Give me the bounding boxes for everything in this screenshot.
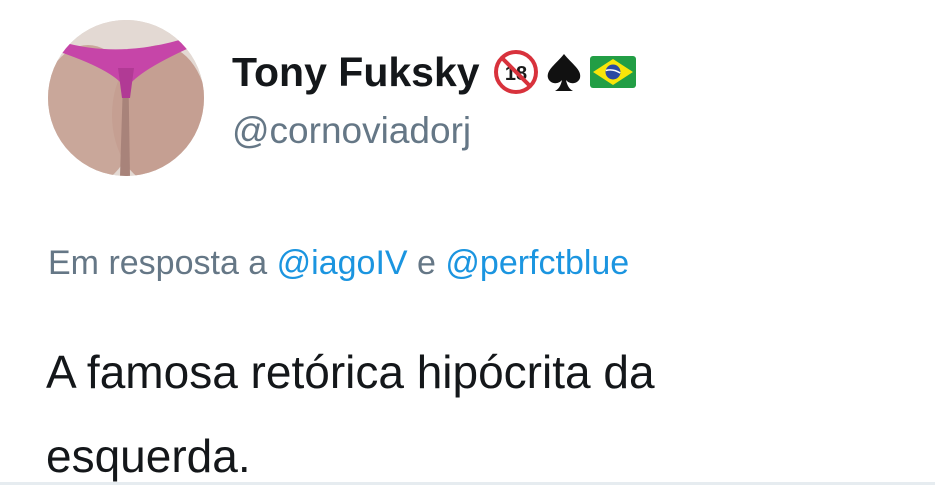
brazil-flag-icon [589,56,636,88]
user-handle[interactable]: @cornoviadorj [232,110,471,152]
badges: 18 [493,50,636,94]
tweet-text-line: esquerda. [46,430,251,482]
tweet: Tony Fuksky 18 [0,0,935,485]
reply-context: Em resposta a @iagoIV e @perfctblue [48,244,629,283]
tweet-text: A famosa retórica hipócrita da esquerda. [46,330,906,498]
name-row: Tony Fuksky 18 [232,44,636,100]
no-under-18-icon: 18 [493,50,538,94]
avatar-image [48,20,204,176]
reply-prefix: Em resposta a [48,244,277,282]
display-name[interactable]: Tony Fuksky [232,49,480,96]
tweet-text-line: A famosa retórica hipócrita da [46,346,655,398]
avatar[interactable] [48,20,204,176]
reply-conjunction: e [407,244,446,282]
mention-link[interactable]: @perfctblue [445,244,629,282]
spade-icon [542,50,586,94]
mention-link[interactable]: @iagoIV [277,244,408,282]
